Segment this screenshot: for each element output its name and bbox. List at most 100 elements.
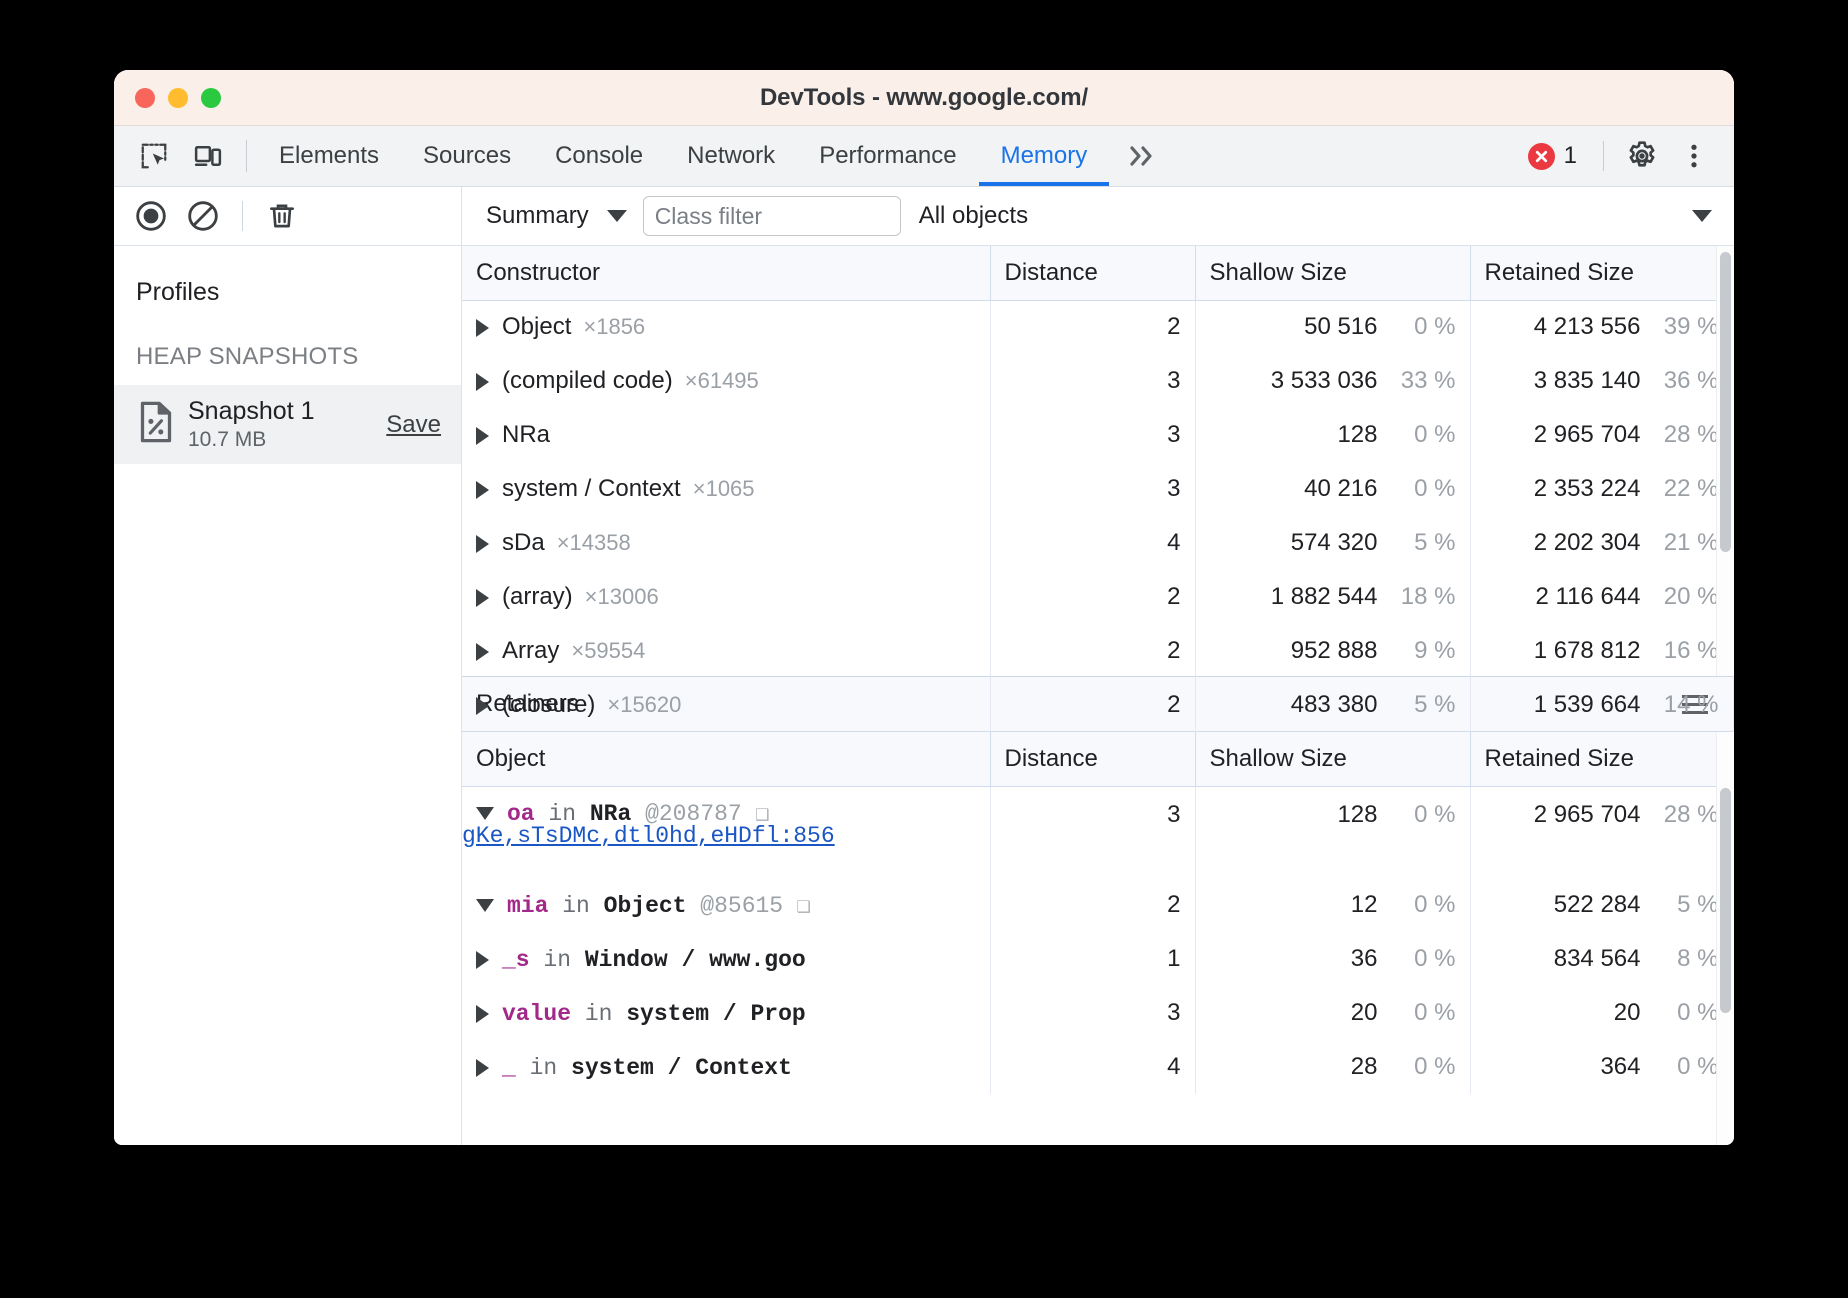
value: 20 <box>1614 999 1641 1027</box>
constructor-cell[interactable]: (compiled code)×61495 <box>462 354 990 408</box>
inspect-element-icon[interactable] <box>130 132 178 180</box>
tab-console[interactable]: Console <box>533 126 665 186</box>
column-header-shallow-size[interactable]: Shallow Size <box>1195 732 1470 786</box>
column-header-distance[interactable]: Distance <box>990 732 1195 786</box>
constructor-cell[interactable]: system / Context×1065 <box>462 462 990 516</box>
constructor-cell[interactable]: NRa <box>462 408 990 462</box>
constructor-cell[interactable]: (array)×13006 <box>462 570 990 624</box>
percent: 0 % <box>1394 801 1456 829</box>
table-row[interactable]: (closure)×156202483 3805 %1 539 66414 % <box>462 678 1733 732</box>
expand-triangle-icon[interactable] <box>476 319 489 337</box>
distance-cell: 1 <box>990 932 1195 986</box>
tab-elements[interactable]: Elements <box>257 126 401 186</box>
column-header-constructor[interactable]: Constructor <box>462 246 990 300</box>
constructor-name: system / Context <box>502 475 681 502</box>
expand-triangle-icon[interactable] <box>476 589 489 607</box>
gear-icon[interactable] <box>1618 132 1666 180</box>
retainers-table-body: oa in NRa @208787 ❑gKe,sTsDMc,dtl0hd,eHD… <box>462 786 1733 1094</box>
shallow-size-cell: 200 % <box>1195 986 1470 1040</box>
column-header-object[interactable]: Object <box>462 732 990 786</box>
expand-triangle-icon[interactable] <box>476 373 489 391</box>
summary-table-body: Object×1856250 5160 %4 213 55639 %(compi… <box>462 300 1733 732</box>
chevron-down-icon <box>607 210 627 222</box>
column-header-shallow-size[interactable]: Shallow Size <box>1195 246 1470 300</box>
table-row[interactable]: (compiled code)×6149533 533 03633 %3 835… <box>462 354 1733 408</box>
table-row[interactable]: oa in NRa @208787 ❑gKe,sTsDMc,dtl0hd,eHD… <box>462 786 1733 878</box>
column-header-distance[interactable]: Distance <box>990 246 1195 300</box>
distance-cell: 2 <box>990 300 1195 354</box>
shallow-size-cell: 3 533 03633 % <box>1195 354 1470 408</box>
table-row[interactable]: _s in Window / www.goo1360 %834 5648 % <box>462 932 1733 986</box>
collapse-triangle-icon[interactable] <box>476 899 494 912</box>
retainer-path: mia in Object @85615 ❑ <box>476 893 811 919</box>
value: 522 284 <box>1554 891 1641 919</box>
retainers-scrollbar-thumb[interactable] <box>1720 788 1731 1013</box>
percent: 21 % <box>1657 529 1719 557</box>
table-row[interactable]: value in system / Prop3200 %200 % <box>462 986 1733 1040</box>
instance-count: ×1856 <box>583 314 645 339</box>
expand-triangle-icon[interactable] <box>476 951 489 969</box>
percent: 14 % <box>1657 691 1719 719</box>
table-row[interactable]: system / Context×1065340 2160 %2 353 224… <box>462 462 1733 516</box>
retainer-object-cell[interactable]: mia in Object @85615 ❑ <box>462 878 990 932</box>
table-row[interactable]: mia in Object @85615 ❑2120 %522 2845 % <box>462 878 1733 932</box>
record-heap-snapshot-icon[interactable] <box>128 193 174 239</box>
table-row[interactable]: _ in system / Context4280 %3640 % <box>462 1040 1733 1094</box>
expand-triangle-icon[interactable] <box>476 643 489 661</box>
percent: 18 % <box>1394 583 1456 611</box>
constructor-cell[interactable]: Array×59554 <box>462 624 990 678</box>
expand-triangle-icon[interactable] <box>476 481 489 499</box>
trash-icon[interactable] <box>259 193 305 239</box>
column-header-retained-size[interactable]: Retained Size <box>1470 246 1733 300</box>
class-filter-input[interactable] <box>643 196 901 236</box>
retainer-in-keyword: in <box>543 947 584 973</box>
constructor-cell[interactable]: sDa×14358 <box>462 516 990 570</box>
more-tabs-icon[interactable] <box>1109 126 1175 186</box>
expand-triangle-icon[interactable] <box>476 1005 489 1023</box>
save-snapshot-link[interactable]: Save <box>386 411 447 439</box>
table-row[interactable]: Array×595542952 8889 %1 678 81216 % <box>462 624 1733 678</box>
retainer-object-cell[interactable]: oa in NRa @208787 ❑gKe,sTsDMc,dtl0hd,eHD… <box>462 786 990 878</box>
retained-size-cell: 834 5648 % <box>1470 932 1733 986</box>
error-count-badge[interactable]: 1 <box>1516 142 1589 170</box>
shallow-size-cell: 1280 % <box>1195 786 1470 878</box>
column-header-retained-size[interactable]: Retained Size <box>1470 732 1733 786</box>
expand-triangle-icon[interactable] <box>476 535 489 553</box>
table-row[interactable]: (array)×1300621 882 54418 %2 116 64420 % <box>462 570 1733 624</box>
expand-triangle-icon[interactable] <box>476 427 489 445</box>
tab-memory[interactable]: Memory <box>979 126 1110 186</box>
object-filter-select[interactable]: All objects <box>901 202 1734 230</box>
value: 483 380 <box>1291 691 1378 719</box>
expand-triangle-icon[interactable] <box>476 1059 489 1077</box>
constructor-cell[interactable]: (closure)×15620 <box>462 678 990 732</box>
collapse-triangle-icon[interactable] <box>476 807 494 820</box>
distance-cell: 3 <box>990 986 1195 1040</box>
summary-scrollbar-thumb[interactable] <box>1720 252 1731 552</box>
sidebar-item-snapshot-1[interactable]: Snapshot 1 10.7 MB Save <box>114 385 461 464</box>
tab-network[interactable]: Network <box>665 126 797 186</box>
profiles-heading: Profiles <box>114 264 461 321</box>
view-select[interactable]: Summary <box>476 202 637 230</box>
table-row[interactable]: NRa31280 %2 965 70428 % <box>462 408 1733 462</box>
table-row[interactable]: sDa×143584574 3205 %2 202 30421 % <box>462 516 1733 570</box>
tab-sources[interactable]: Sources <box>401 126 533 186</box>
shallow-size-cell: 360 % <box>1195 932 1470 986</box>
shallow-size-cell: 280 % <box>1195 1040 1470 1094</box>
summary-table: Constructor Distance Shallow Size Retain… <box>462 246 1734 732</box>
device-toolbar-icon[interactable] <box>184 132 232 180</box>
constructor-cell[interactable]: Object×1856 <box>462 300 990 354</box>
retainer-object-cell[interactable]: _ in system / Context <box>462 1040 990 1094</box>
table-row[interactable]: Object×1856250 5160 %4 213 55639 % <box>462 300 1733 354</box>
distance-cell: 2 <box>990 678 1195 732</box>
retainer-source-link[interactable]: gKe,sTsDMc,dtl0hd,eHDfl:856 <box>462 823 835 849</box>
memory-grids: Constructor Distance Shallow Size Retain… <box>462 246 1734 1145</box>
shallow-size-cell: 120 % <box>1195 878 1470 932</box>
retainer-object-cell[interactable]: _s in Window / www.goo <box>462 932 990 986</box>
distance-cell: 3 <box>990 408 1195 462</box>
kebab-menu-icon[interactable] <box>1670 132 1718 180</box>
expand-triangle-icon[interactable] <box>476 697 489 715</box>
retainer-object-cell[interactable]: value in system / Prop <box>462 986 990 1040</box>
clear-icon[interactable] <box>180 193 226 239</box>
retained-size-cell: 3 835 14036 % <box>1470 354 1733 408</box>
tab-performance[interactable]: Performance <box>797 126 978 186</box>
